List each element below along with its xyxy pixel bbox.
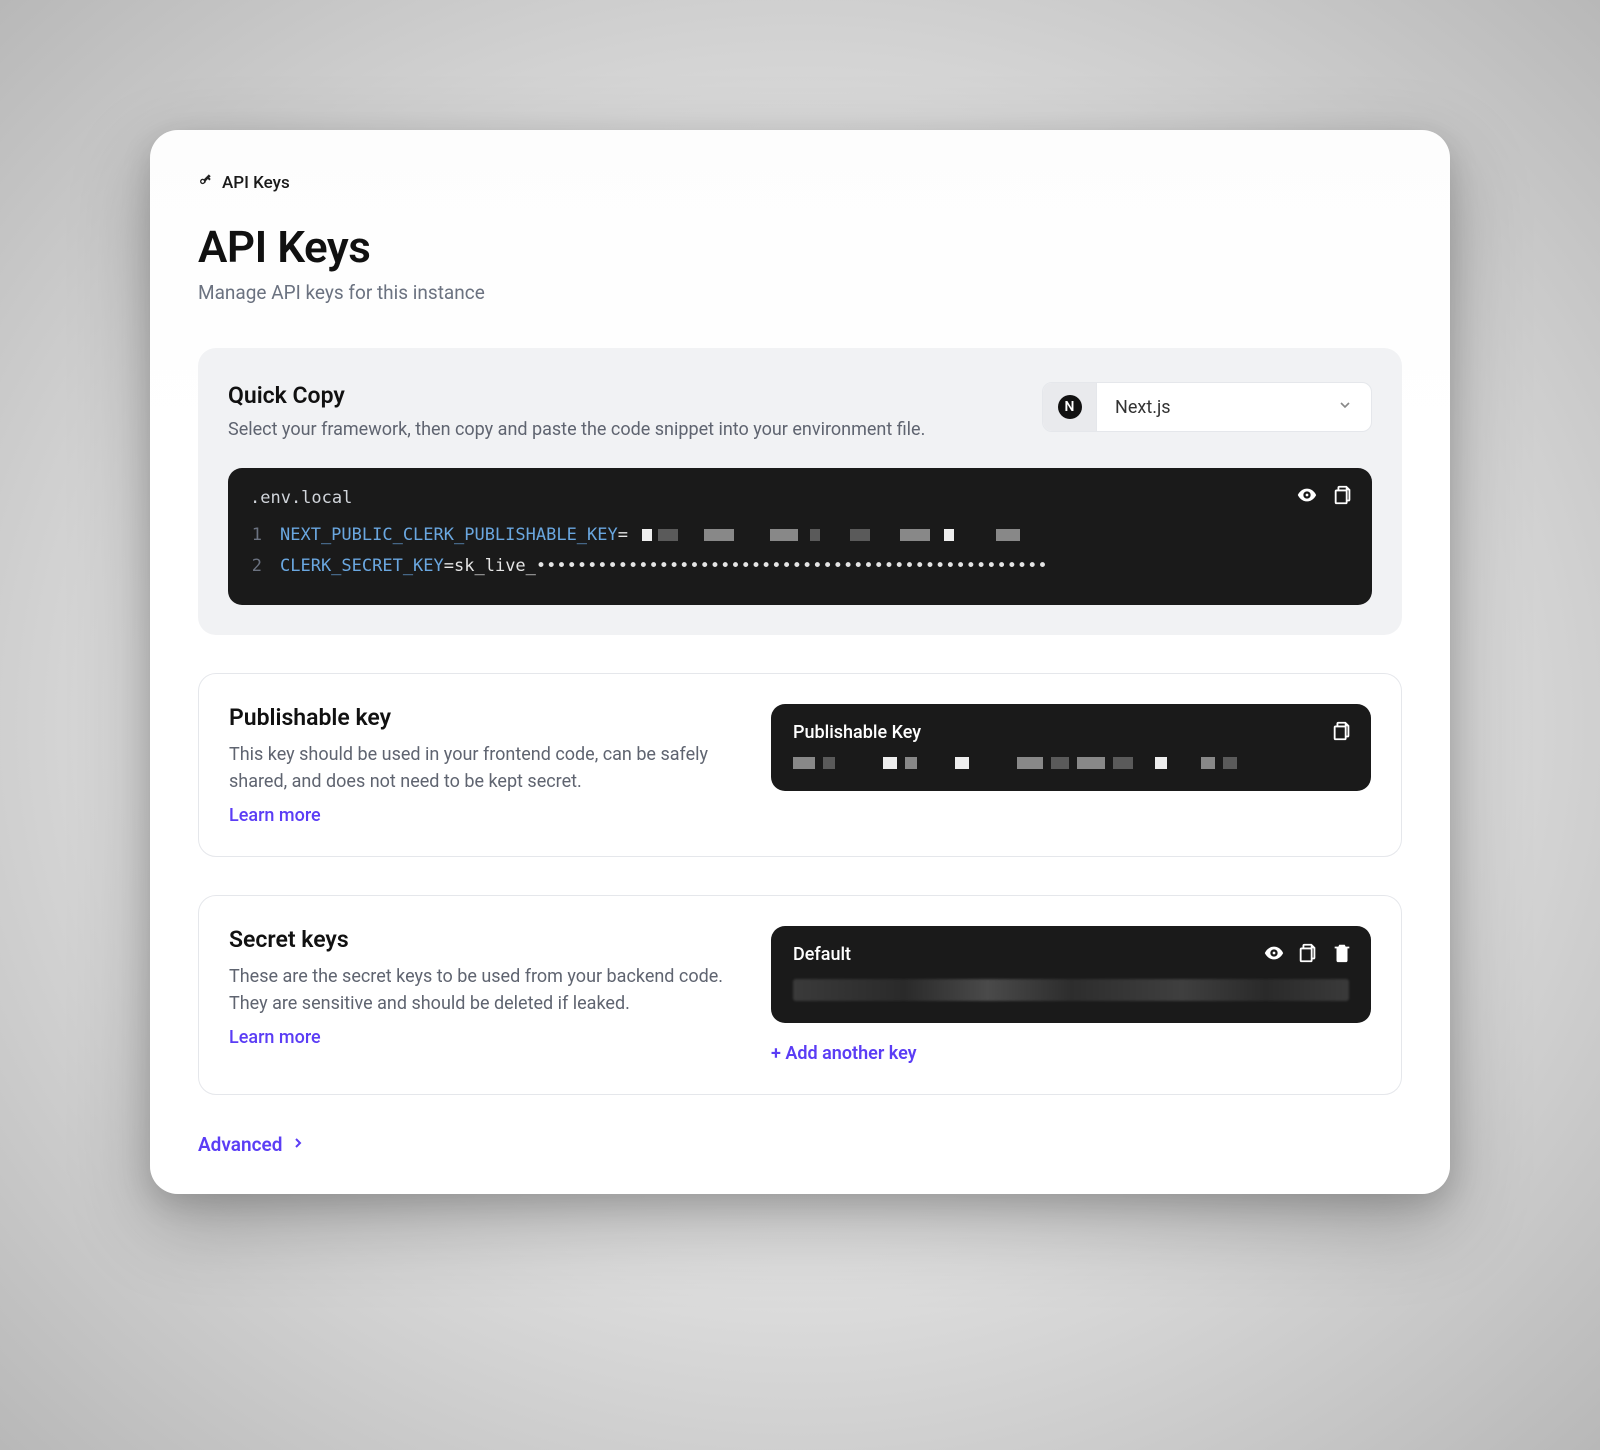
learn-more-link[interactable]: Learn more: [229, 1027, 321, 1048]
redacted-value: [642, 529, 1020, 541]
page-title: API Keys: [198, 221, 1402, 273]
learn-more-link[interactable]: Learn more: [229, 805, 321, 826]
secret-desc: These are the secret keys to be used fro…: [229, 963, 731, 1017]
copy-icon[interactable]: [1331, 720, 1353, 746]
trash-icon[interactable]: [1331, 942, 1353, 968]
chevron-down-icon: [1319, 397, 1371, 417]
api-keys-card: API Keys API Keys Manage API keys for th…: [150, 130, 1450, 1194]
copy-icon[interactable]: [1332, 484, 1354, 511]
env-var-name: CLERK_SECRET_KEY: [280, 556, 444, 576]
reveal-icon[interactable]: [1296, 484, 1318, 511]
key-icon: [198, 172, 214, 193]
env-var-value: sk_live_••••••••••••••••••••••••••••••••…: [454, 556, 1048, 576]
publishable-key-box: Publishable Key: [771, 704, 1371, 791]
quick-copy-title: Quick Copy: [228, 382, 925, 409]
code-filename: .env.local: [250, 488, 1350, 508]
code-snippet: .env.local 1 NEXT_PUBLIC_CLERK_PUBLISHAB…: [228, 468, 1372, 605]
line-number: 2: [250, 551, 262, 582]
breadcrumb: API Keys: [198, 172, 1402, 193]
key-box-title: Publishable Key: [793, 722, 1349, 743]
add-another-key-button[interactable]: + Add another key: [771, 1043, 917, 1064]
framework-icon: N: [1043, 383, 1097, 431]
line-number: 1: [250, 520, 262, 551]
chevron-right-icon: [290, 1133, 306, 1156]
env-var-name: NEXT_PUBLIC_CLERK_PUBLISHABLE_KEY: [280, 525, 618, 545]
code-line-2: 2 CLERK_SECRET_KEY=sk_live_•••••••••••••…: [250, 551, 1350, 582]
secret-title: Secret keys: [229, 926, 731, 953]
advanced-label: Advanced: [198, 1133, 282, 1156]
breadcrumb-label: API Keys: [222, 173, 290, 193]
framework-label: Next.js: [1097, 397, 1319, 418]
secret-keys-panel: Secret keys These are the secret keys to…: [198, 895, 1402, 1095]
code-line-1: 1 NEXT_PUBLIC_CLERK_PUBLISHABLE_KEY=: [250, 520, 1350, 551]
reveal-icon[interactable]: [1263, 942, 1285, 968]
redacted-key: [793, 757, 1349, 769]
quick-copy-panel: Quick Copy Select your framework, then c…: [198, 348, 1402, 635]
redacted-secret-key: [793, 979, 1349, 1001]
publishable-desc: This key should be used in your frontend…: [229, 741, 731, 795]
framework-select[interactable]: N Next.js: [1042, 382, 1372, 432]
publishable-key-panel: Publishable key This key should be used …: [198, 673, 1402, 857]
publishable-title: Publishable key: [229, 704, 731, 731]
page-subtitle: Manage API keys for this instance: [198, 281, 1402, 304]
nextjs-icon: N: [1058, 395, 1082, 419]
copy-icon[interactable]: [1297, 942, 1319, 968]
advanced-toggle[interactable]: Advanced: [198, 1133, 306, 1156]
secret-key-box: Default: [771, 926, 1371, 1023]
quick-copy-subtitle: Select your framework, then copy and pas…: [228, 419, 925, 440]
